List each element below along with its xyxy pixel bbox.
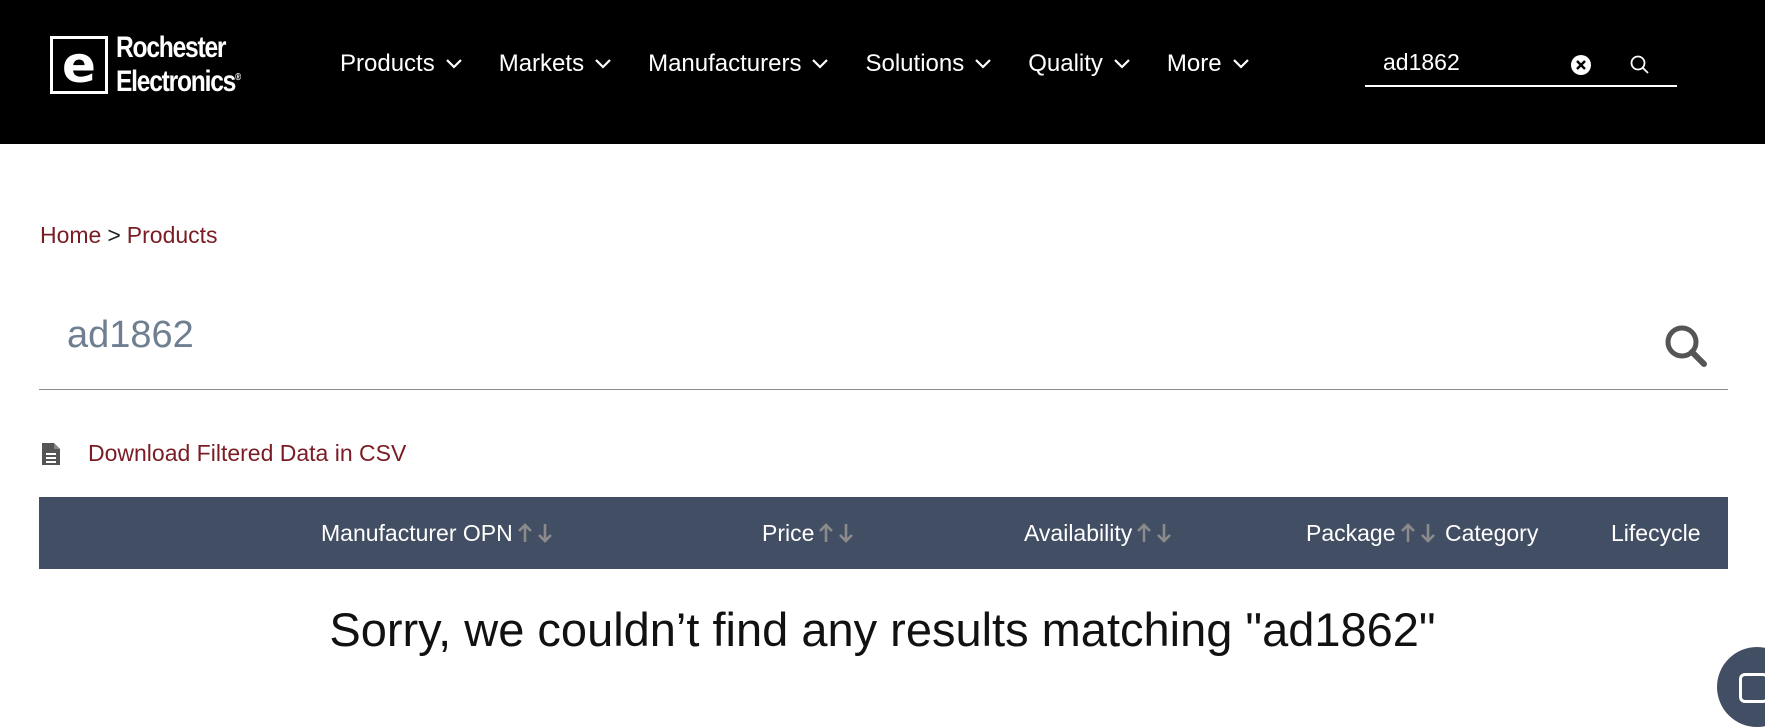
chevron-down-icon <box>1232 59 1249 69</box>
search-icon[interactable] <box>1629 54 1651 76</box>
column-header-lifecycle: Lifecycle <box>1611 497 1700 569</box>
sort-ascending-icon[interactable] <box>1134 521 1154 545</box>
sort-descending-icon[interactable] <box>1154 521 1174 545</box>
chevron-down-icon <box>812 59 829 69</box>
column-header-label: Manufacturer OPN <box>321 519 513 546</box>
breadcrumb: Home > Products <box>40 222 218 249</box>
column-header-label: Package <box>1306 519 1396 546</box>
nav-item-label: Markets <box>498 50 585 77</box>
download-csv-label: Download Filtered Data in CSV <box>88 440 407 466</box>
chevron-down-icon <box>1114 59 1130 69</box>
download-csv-link[interactable]: Download Filtered Data in CSV <box>40 440 406 467</box>
sort-descending-icon[interactable] <box>836 521 856 545</box>
column-header-price[interactable]: Price <box>762 497 856 569</box>
top-navigation-bar: e Rochester Electronics® Products Market… <box>0 0 1765 144</box>
document-icon <box>42 442 60 465</box>
chevron-down-icon <box>595 59 611 69</box>
sort-descending-icon[interactable] <box>1418 521 1438 545</box>
logo-trademark: ® <box>235 72 242 83</box>
chevron-down-icon <box>445 59 462 69</box>
column-header-package[interactable]: Package <box>1306 497 1438 569</box>
product-search-input[interactable] <box>67 310 1567 360</box>
sort-ascending-icon[interactable] <box>816 521 836 545</box>
header-search <box>1365 42 1677 87</box>
breadcrumb-home[interactable]: Home <box>40 222 101 248</box>
chevron-down-icon <box>975 59 991 69</box>
chat-icon <box>1739 673 1765 703</box>
logo-wordmark: Rochester Electronics® <box>116 33 241 97</box>
column-header-manufacturer-opn[interactable]: Manufacturer OPN <box>321 497 555 569</box>
column-header-availability[interactable]: Availability <box>1024 497 1174 569</box>
nav-item-manufacturers[interactable]: Manufacturers <box>648 48 829 80</box>
sort-descending-icon[interactable] <box>535 521 555 545</box>
results-table-header: Manufacturer OPN Price Availability Pack… <box>39 497 1728 569</box>
nav-item-label: Solutions <box>865 50 965 77</box>
nav-item-more[interactable]: More <box>1167 48 1250 80</box>
nav-item-label: More <box>1166 50 1222 77</box>
nav-item-label: Manufacturers <box>648 50 802 77</box>
logo-line-1: Rochester <box>116 31 226 64</box>
logo-mark: e <box>50 36 108 94</box>
nav-item-label: Quality <box>1028 50 1103 77</box>
search-icon[interactable] <box>1662 322 1710 370</box>
logo-line-2: Electronics <box>116 65 236 98</box>
header-search-input[interactable] <box>1383 46 1563 78</box>
nav-item-label: Products <box>340 50 435 77</box>
sort-ascending-icon[interactable] <box>515 521 535 545</box>
column-header-label: Price <box>762 519 815 546</box>
column-header-label: Availability <box>1024 519 1133 546</box>
nav-item-markets[interactable]: Markets <box>499 48 612 80</box>
clear-icon[interactable] <box>1570 54 1592 76</box>
no-results-message: Sorry, we couldn’t find any results matc… <box>329 603 1436 656</box>
rochester-electronics-logo[interactable]: e Rochester Electronics® <box>50 33 269 97</box>
nav-item-products[interactable]: Products <box>340 48 463 80</box>
column-header-label: Lifecycle <box>1611 519 1701 546</box>
main-nav: Products Markets Manufacturers Solutions… <box>340 48 1286 80</box>
column-header-label: Category <box>1445 519 1539 546</box>
sort-ascending-icon[interactable] <box>1398 521 1418 545</box>
column-header-category: Category <box>1445 497 1538 569</box>
nav-item-quality[interactable]: Quality <box>1028 48 1131 80</box>
breadcrumb-separator: > <box>107 222 121 248</box>
breadcrumb-products[interactable]: Products <box>127 222 218 248</box>
product-search <box>39 300 1728 390</box>
nav-item-solutions[interactable]: Solutions <box>865 48 992 80</box>
